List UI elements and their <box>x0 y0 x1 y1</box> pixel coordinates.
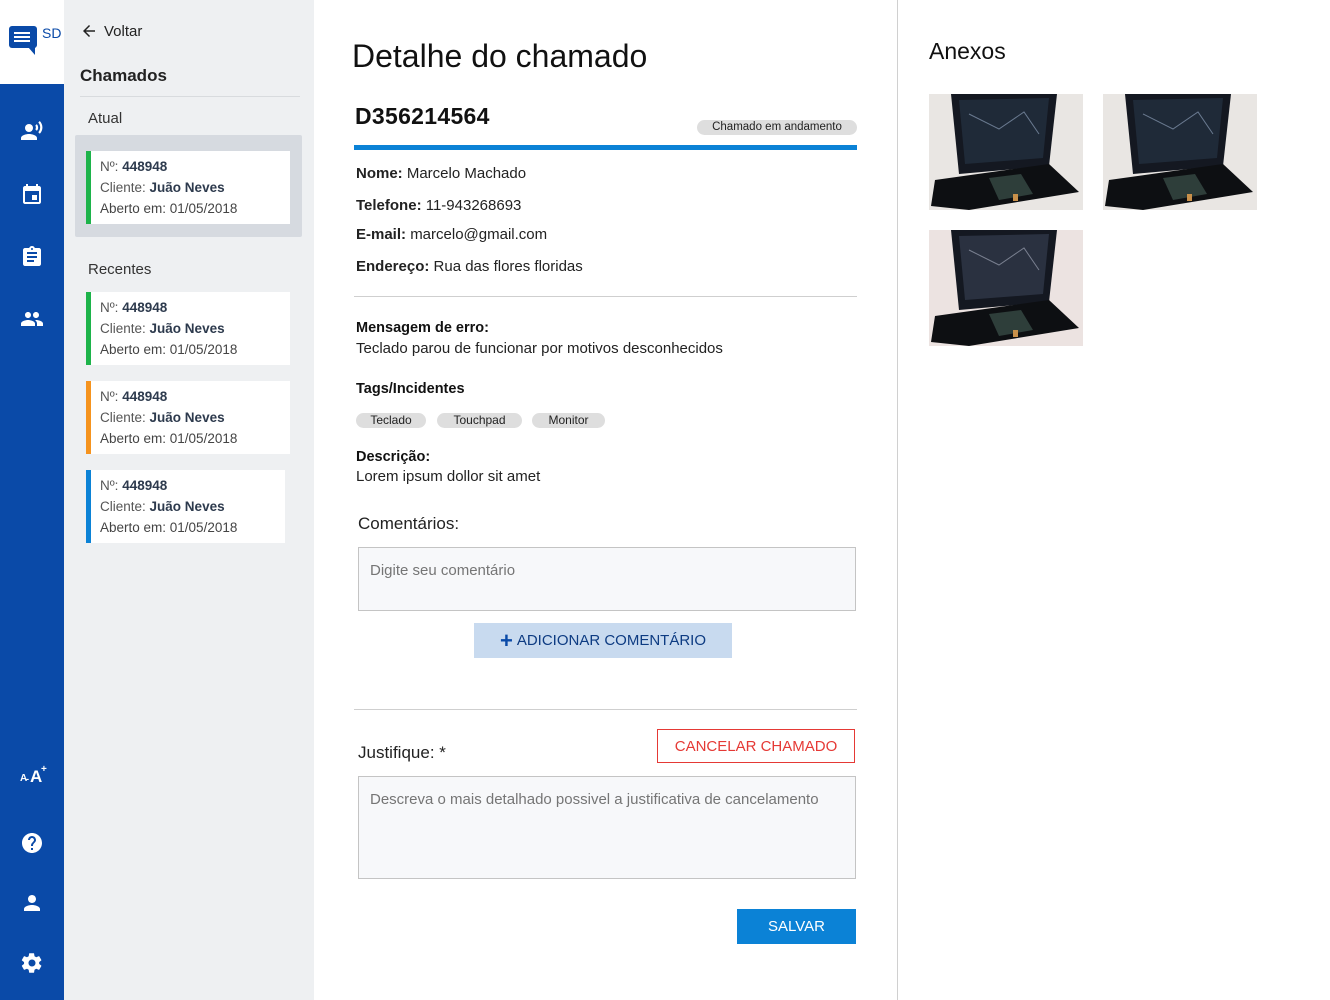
laptop-photo <box>929 230 1083 346</box>
field-phone: Telefone: 11-943268693 <box>356 197 521 214</box>
ticket-number-label: Nº: <box>100 478 119 493</box>
justify-label: Justifique: * <box>358 743 446 762</box>
divider <box>354 709 857 710</box>
ticket-opened: Aberto em: 01/05/2018 <box>100 342 238 357</box>
ticket-id: D356214564 <box>355 103 490 129</box>
help-icon[interactable] <box>18 829 46 857</box>
tag-chip[interactable]: Touchpad <box>437 413 522 428</box>
add-comment-button[interactable]: + ADICIONAR COMENTÁRIO <box>474 623 732 658</box>
plus-icon: + <box>499 627 513 653</box>
error-message-label: Mensagem de erro: <box>356 320 489 336</box>
attachments-title: Anexos <box>929 38 1006 64</box>
attachment-thumbnail[interactable] <box>1103 94 1257 210</box>
field-email-label: E-mail: <box>356 226 407 243</box>
group-label-recent: Recentes <box>88 261 152 278</box>
laptop-photo <box>1103 94 1257 210</box>
ticket-client-label: Cliente: <box>100 321 146 336</box>
add-comment-label: ADICIONAR COMENTÁRIO <box>516 632 707 649</box>
font-size-icon[interactable]: A - A + <box>16 764 50 792</box>
ticket-client-label: Cliente: <box>100 499 146 514</box>
field-address: Endereço: Rua das flores floridas <box>356 258 583 275</box>
field-phone-label: Telefone: <box>356 197 422 214</box>
ticket-number-label: Nº: <box>100 300 119 315</box>
logo-letters: SD <box>42 25 62 41</box>
cancel-ticket-button[interactable]: CANCELAR CHAMADO <box>657 729 855 763</box>
calendar-icon[interactable] <box>18 181 46 209</box>
ticket-card-recent[interactable]: Nº: 448948 Cliente: Juão Neves Aberto em… <box>86 470 285 543</box>
arrow-left-icon <box>83 25 95 37</box>
ticket-number: 448948 <box>122 159 168 174</box>
people-icon[interactable] <box>18 305 46 333</box>
comments-label: Comentários: <box>358 514 460 533</box>
comment-input[interactable] <box>358 547 856 611</box>
field-phone-value: 11-943268693 <box>425 197 522 214</box>
clipboard-icon[interactable] <box>18 243 46 271</box>
group-label-current: Atual <box>88 110 123 127</box>
field-email: E-mail: marcelo@gmail.com <box>356 226 547 243</box>
ticket-opened: Aberto em: 01/05/2018 <box>100 201 238 216</box>
save-button[interactable]: SALVAR <box>737 909 856 944</box>
field-address-value: Rua das flores floridas <box>433 258 583 275</box>
justification-input[interactable] <box>358 776 856 879</box>
chat-bubble-logo-icon <box>9 26 37 55</box>
app-logo[interactable]: SD <box>0 0 64 84</box>
ticket-card-current[interactable]: Nº: 448948 Cliente: Juão Neves Aberto em… <box>86 151 290 224</box>
field-name-value: Marcelo Machado <box>406 165 527 182</box>
ticket-card-recent[interactable]: Nº: 448948 Cliente: Juão Neves Aberto em… <box>86 381 290 454</box>
divider <box>354 296 857 297</box>
attachment-thumbnail[interactable] <box>929 94 1083 210</box>
attachment-thumbnail[interactable] <box>929 230 1083 346</box>
list-title: Chamados <box>80 66 167 85</box>
ticket-client: Juão Neves <box>149 321 225 336</box>
ticket-number: 448948 <box>122 300 168 315</box>
ticket-opened: Aberto em: 01/05/2018 <box>100 431 238 446</box>
gear-icon[interactable] <box>18 949 46 977</box>
person-icon[interactable] <box>18 889 46 917</box>
ticket-opened: Aberto em: 01/05/2018 <box>100 520 238 535</box>
laptop-photo <box>929 94 1083 210</box>
ticket-number: 448948 <box>122 478 168 493</box>
error-message-text: Teclado parou de funcionar por motivos d… <box>356 340 723 357</box>
tag-chip[interactable]: Monitor <box>532 413 605 428</box>
tags-label: Tags/Incidentes <box>356 381 465 397</box>
page-title: Detalhe do chamado <box>352 38 648 74</box>
back-label: Voltar <box>104 22 143 40</box>
ticket-client: Juão Neves <box>149 499 225 514</box>
ticket-client-label: Cliente: <box>100 180 146 195</box>
field-name-label: Nome: <box>356 165 403 182</box>
back-button[interactable]: Voltar <box>80 22 142 40</box>
description-label: Descrição: <box>356 449 431 465</box>
ticket-number-label: Nº: <box>100 389 119 404</box>
field-address-label: Endereço: <box>356 258 430 275</box>
ticket-client: Juão Neves <box>149 410 225 425</box>
ticket-number: 448948 <box>122 389 168 404</box>
ticket-card-recent[interactable]: Nº: 448948 Cliente: Juão Neves Aberto em… <box>86 292 290 365</box>
status-badge: Chamado em andamento <box>697 120 857 135</box>
ticket-client-label: Cliente: <box>100 410 146 425</box>
tag-chip[interactable]: Teclado <box>356 413 426 428</box>
field-name: Nome: Marcelo Machado <box>356 165 526 182</box>
ticket-number-label: Nº: <box>100 159 119 174</box>
app-rail: SD A - A + <box>0 0 64 1000</box>
ticket-client: Juão Neves <box>149 180 225 195</box>
status-bar <box>354 145 857 150</box>
speaker-icon[interactable] <box>18 117 46 145</box>
field-email-value: marcelo@gmail.com <box>410 226 548 243</box>
description-text: Lorem ipsum dollor sit amet <box>356 468 541 485</box>
divider <box>80 96 300 97</box>
